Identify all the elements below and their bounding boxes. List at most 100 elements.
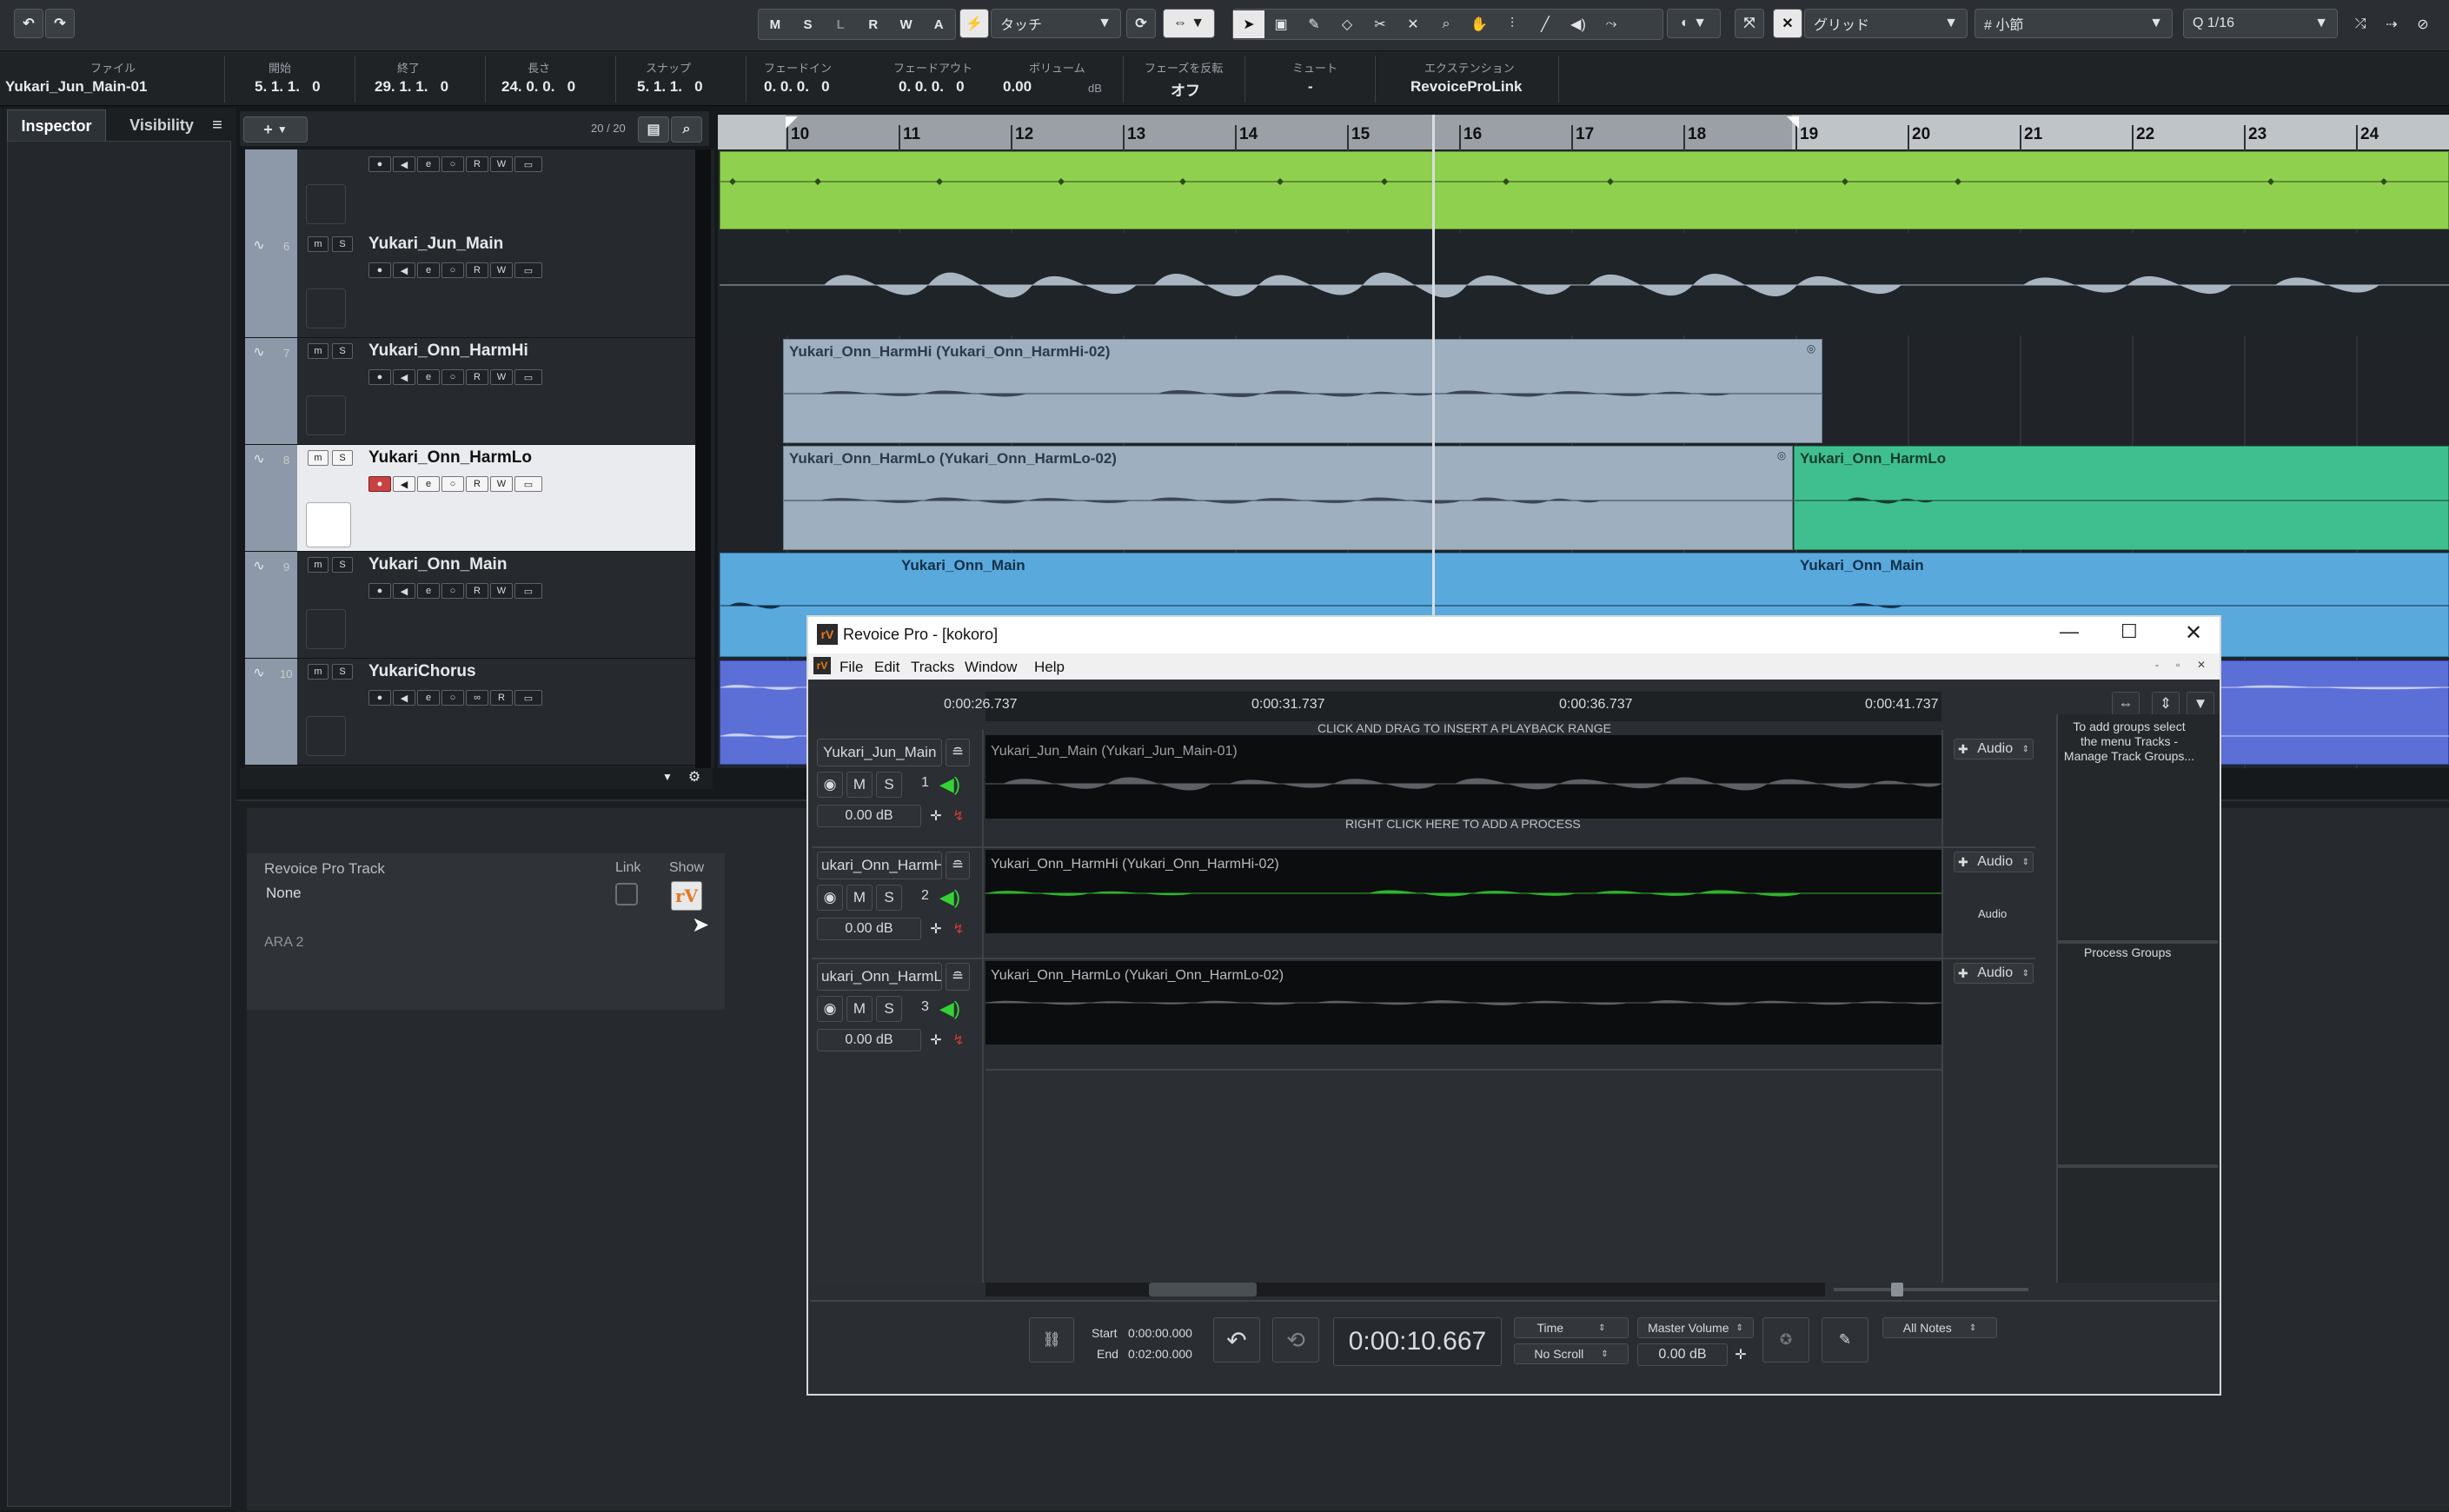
menu-file[interactable]: File: [840, 659, 863, 676]
track-options-button[interactable]: ≘: [946, 852, 970, 879]
mute-mode-button[interactable]: M: [759, 10, 792, 39]
tab-inspector[interactable]: Inspector: [7, 109, 106, 142]
info-field-mute[interactable]: ミュート -: [1244, 56, 1376, 103]
automation-write-button[interactable]: W: [490, 156, 513, 172]
color-menu-button[interactable]: ◐ ▼: [1667, 9, 1721, 38]
mdi-close-icon[interactable]: ✕: [2197, 659, 2206, 671]
solo-button[interactable]: S: [332, 664, 353, 680]
grid-unit-dropdown[interactable]: # 小節 ▼: [1974, 9, 2173, 38]
track-header[interactable]: ∿ 9 m S Yukari_Onn_Main ● ◀ e ○ R W ▭: [245, 552, 695, 659]
grid-type-dropdown[interactable]: グリッド ▼: [1804, 9, 1968, 38]
info-field-extension[interactable]: エクステンション RevoiceProLink: [1375, 56, 1559, 103]
lanes-button[interactable]: ▭: [514, 690, 542, 706]
record-button[interactable]: ●: [368, 476, 391, 492]
gain-field[interactable]: 0.00 dB: [817, 1029, 921, 1051]
track-options-button[interactable]: ≘: [946, 739, 970, 766]
lanes-button[interactable]: ▭: [514, 476, 542, 492]
scroll-mode-dropdown[interactable]: No Scroll ⇕: [1514, 1343, 1629, 1364]
pointer-tool-icon[interactable]: ➤: [1233, 10, 1264, 38]
zoom-vertical-button[interactable]: ⇕: [2152, 692, 2180, 716]
add-track-button[interactable]: + ▼: [243, 116, 308, 143]
automation-mode-dropdown[interactable]: タッチ ▼: [991, 9, 1121, 38]
track-name[interactable]: Yukari_Jun_Main: [368, 235, 503, 254]
mdi-restore-icon[interactable]: ▫: [2176, 659, 2180, 671]
color-tool-icon[interactable]: ⤳: [1595, 17, 1628, 32]
info-field-end[interactable]: 終了 29. 1. 1. 0: [355, 56, 486, 103]
revoice-track-name[interactable]: ukari_Onn_HarmL: [817, 963, 942, 991]
track-name[interactable]: Yukari_Onn_HarmHi: [368, 342, 528, 361]
link-button[interactable]: ∞: [466, 690, 488, 706]
write-button[interactable]: ○: [441, 690, 464, 706]
revoice-titlebar[interactable]: rV Revoice Pro - [kokoro] — ☐ ✕: [808, 617, 2220, 653]
time-mode-dropdown[interactable]: Time ⇕: [1514, 1317, 1629, 1338]
zoom-horizontal-button[interactable]: ⇔: [2112, 692, 2140, 716]
track-header[interactable]: ∿ 7 m S Yukari_Onn_HarmHi ● ◀ e ○ R W ▭: [245, 338, 695, 445]
read-button[interactable]: e: [417, 262, 440, 278]
automation-read-button[interactable]: R: [466, 369, 488, 385]
line-tool-icon[interactable]: ╱: [1529, 16, 1562, 33]
iterative-quantize-icon[interactable]: ⤮: [2346, 10, 2374, 38]
mute-button[interactable]: m: [308, 557, 329, 573]
info-field-volume[interactable]: ボリューム 0.00 dB: [991, 56, 1112, 103]
maximize-icon[interactable]: ☐: [2120, 620, 2138, 643]
record-button[interactable]: ●: [368, 262, 391, 278]
automation-read-button[interactable]: R: [466, 476, 488, 492]
gain-field[interactable]: 0.00 dB: [817, 805, 921, 827]
record-enable-button[interactable]: ◉: [817, 772, 843, 798]
lanes-button[interactable]: ▭: [514, 156, 542, 172]
solo-button[interactable]: S: [332, 557, 353, 573]
minimize-icon[interactable]: —: [2060, 620, 2079, 643]
mute-button[interactable]: m: [308, 236, 329, 252]
write-mode-button[interactable]: W: [890, 10, 923, 39]
revoice-track-row[interactable]: ukari_Onn_HarmL ≘ ◉ M S 3 ◀) 0.00 dB ✛ ↯…: [812, 958, 2035, 1069]
automation-read-button[interactable]: R: [466, 583, 488, 599]
automation-read-button[interactable]: R: [466, 156, 488, 172]
track-list-view-button[interactable]: ▤: [638, 116, 669, 143]
input-monitor-icon[interactable]: ↯: [947, 805, 970, 827]
mute-button[interactable]: m: [308, 343, 329, 359]
revoice-track-name[interactable]: Yukari_Jun_Main: [817, 739, 942, 766]
monitor-button[interactable]: ◀: [393, 476, 415, 492]
end-value[interactable]: 0:02:00.000: [1128, 1347, 1192, 1361]
automation-write-button[interactable]: W: [490, 262, 513, 278]
menu-help[interactable]: Help: [1034, 659, 1065, 676]
info-field-start[interactable]: 開始 5. 1. 1. 0: [224, 56, 355, 103]
snap-toggle-button[interactable]: ⤧: [1735, 9, 1764, 38]
monitor-button[interactable]: ◀: [393, 690, 415, 706]
monitor-button[interactable]: ◀: [393, 369, 415, 385]
redo-button[interactable]: ↷: [45, 9, 75, 38]
revoice-zoom-slider[interactable]: [1834, 1288, 2028, 1291]
link-toggle-button[interactable]: ⛓: [1029, 1317, 1074, 1363]
tuning-button[interactable]: ✪: [1762, 1317, 1809, 1363]
automation-read-button[interactable]: R: [466, 262, 488, 278]
solo-button[interactable]: S: [876, 772, 902, 798]
track-type-dropdown[interactable]: ✚ Audio ⇕: [1954, 852, 2034, 872]
track-header[interactable]: ∿ 10 m S YukariChorus ● ◀ e ○ ∞ R ▭: [245, 659, 695, 766]
edit-tool-button[interactable]: ✎: [1822, 1317, 1868, 1363]
read-button[interactable]: e: [417, 369, 440, 385]
info-field-fadeout[interactable]: フェードアウト 0. 0. 0. 0: [867, 56, 991, 103]
track-name[interactable]: YukariChorus: [368, 662, 476, 681]
speaker-icon[interactable]: ◀): [937, 885, 963, 911]
audio-event[interactable]: [720, 233, 2449, 335]
record-enable-button[interactable]: ◉: [817, 996, 843, 1022]
read-button[interactable]: e: [417, 583, 440, 599]
lanes-button[interactable]: ▭: [514, 369, 542, 385]
quantize-settings-icon[interactable]: ⇢: [2378, 10, 2406, 38]
listen-mode-button[interactable]: L: [824, 10, 857, 39]
automation-write-button[interactable]: W: [490, 476, 513, 492]
record-enable-button[interactable]: ◉: [817, 885, 843, 911]
start-value[interactable]: 0:00:00.000: [1128, 1326, 1192, 1340]
comp-tool-icon[interactable]: ⫶: [1496, 17, 1529, 32]
pan-icon[interactable]: ✛: [925, 1029, 947, 1051]
track-header[interactable]: ∿ 6 m S Yukari_Jun_Main ● ◀ e ○ R W ▭: [245, 231, 695, 338]
monitor-button[interactable]: ◀: [393, 156, 415, 172]
info-field-file[interactable]: ファイル Yukari_Jun_Main-01: [3, 56, 212, 103]
undo-button[interactable]: ↶: [14, 9, 43, 38]
grid-snap-button[interactable]: ✕: [1773, 9, 1802, 38]
automation-write-button[interactable]: W: [490, 583, 513, 599]
track-name[interactable]: Yukari_Onn_HarmLo: [368, 448, 532, 468]
solo-button[interactable]: S: [332, 343, 353, 359]
auto-scroll-button[interactable]: ⇔ ▼: [1163, 9, 1215, 38]
write-button[interactable]: ○: [441, 583, 464, 599]
